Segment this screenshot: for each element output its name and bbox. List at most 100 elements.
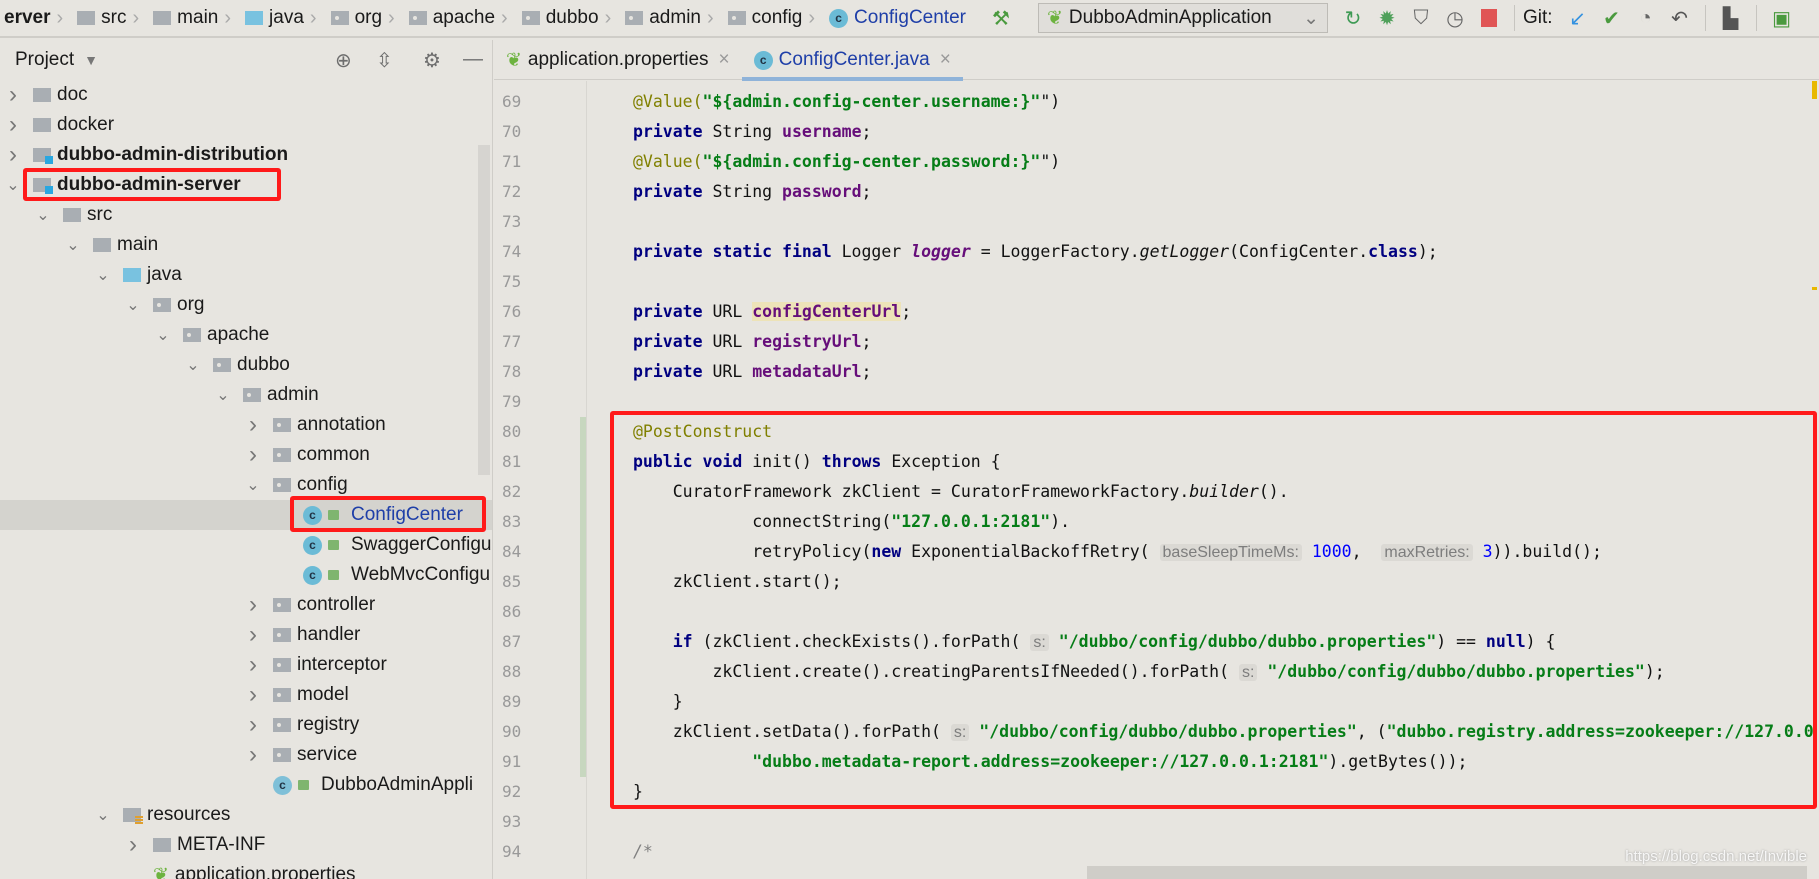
code-line[interactable]: @PostConstruct bbox=[633, 417, 772, 447]
breadcrumb-item[interactable]: config › bbox=[724, 0, 825, 37]
code-line[interactable]: connectString("127.0.0.1:2181"). bbox=[633, 507, 1070, 537]
terminal-run-icon[interactable]: ▣ bbox=[1765, 1, 1799, 35]
tree-item-java[interactable]: ⌄ java bbox=[0, 260, 492, 290]
tree-item-swaggerconfigu[interactable]: c SwaggerConfigu bbox=[0, 530, 492, 560]
tree-item-doc[interactable]: › doc bbox=[0, 80, 492, 110]
tree-item-model[interactable]: › model bbox=[0, 680, 492, 710]
chevron-down-icon[interactable]: ⌄ bbox=[123, 295, 143, 315]
debug-bug-icon[interactable]: ✹ bbox=[1370, 1, 1404, 35]
close-icon[interactable]: × bbox=[719, 49, 730, 71]
locate-crosshair-icon[interactable]: ⊕ bbox=[335, 48, 352, 73]
git-history-clock-icon[interactable]: ◔ bbox=[1629, 1, 1663, 35]
tree-item-configcenter[interactable]: c ConfigCenter bbox=[0, 500, 492, 530]
code-line[interactable]: private String password; bbox=[633, 177, 871, 207]
chevron-right-icon[interactable]: › bbox=[243, 621, 263, 649]
stop-icon[interactable] bbox=[1472, 1, 1506, 35]
tree-item-dubbo-admin-server[interactable]: ⌄ dubbo-admin-server bbox=[0, 170, 492, 200]
breadcrumb-item[interactable]: admin › bbox=[621, 0, 723, 37]
tree-item-admin[interactable]: ⌄ admin bbox=[0, 380, 492, 410]
tab-application-properties[interactable]: ❦ application.properties × bbox=[494, 40, 742, 80]
tree-item-webmvcconfigu[interactable]: c WebMvcConfigu bbox=[0, 560, 492, 590]
code-line[interactable]: if (zkClient.checkExists().forPath( s: "… bbox=[633, 627, 1555, 657]
gear-icon[interactable]: ⚙ bbox=[423, 48, 441, 73]
run-with-coverage-icon[interactable]: ⛉ bbox=[1404, 1, 1438, 35]
code-line[interactable]: retryPolicy(new ExponentialBackoffRetry(… bbox=[633, 537, 1602, 567]
tree-item-registry[interactable]: › registry bbox=[0, 710, 492, 740]
code-line[interactable]: public void init() throws Exception { bbox=[633, 447, 1001, 477]
breadcrumb-item[interactable]: main › bbox=[149, 0, 241, 37]
code-line[interactable]: /* bbox=[633, 837, 653, 867]
git-commit-check-icon[interactable]: ✔ bbox=[1595, 1, 1629, 35]
code-line[interactable]: } bbox=[633, 777, 643, 807]
chevron-right-icon[interactable]: › bbox=[243, 651, 263, 679]
chevron-down-icon[interactable]: ⌄ bbox=[243, 475, 263, 495]
chevron-right-icon[interactable]: › bbox=[3, 141, 23, 169]
chevron-right-icon[interactable]: › bbox=[243, 411, 263, 439]
profile-icon[interactable]: ◷ bbox=[1438, 1, 1472, 35]
chevron-down-icon[interactable]: ⌄ bbox=[213, 385, 233, 405]
code-editor[interactable]: 69 70 71 72 73 74 75 76 77 78 79 80 81 82 83 84 85 86 87 88… bbox=[494, 81, 1819, 879]
chevron-down-icon[interactable]: ⌄ bbox=[93, 265, 113, 285]
chevron-right-icon[interactable]: › bbox=[243, 441, 263, 469]
project-structure-icon[interactable]: ▙ bbox=[1714, 1, 1748, 35]
horizontal-scrollbar[interactable] bbox=[1087, 866, 1807, 879]
code-line[interactable]: private String username; bbox=[633, 117, 871, 147]
tab-configcenter-java[interactable]: c ConfigCenter.java × bbox=[741, 40, 963, 81]
chevron-right-icon[interactable]: › bbox=[3, 111, 23, 139]
breadcrumb-item[interactable]: src › bbox=[73, 0, 149, 37]
chevron-right-icon[interactable]: › bbox=[243, 681, 263, 709]
minimize-icon[interactable]: — bbox=[463, 48, 483, 71]
code-line[interactable]: private URL metadataUrl; bbox=[633, 357, 871, 387]
tree-scrollbar[interactable] bbox=[478, 145, 490, 475]
tree-item-org[interactable]: ⌄ org bbox=[0, 290, 492, 320]
chevron-right-icon[interactable]: › bbox=[243, 741, 263, 769]
tree-item-interceptor[interactable]: › interceptor bbox=[0, 650, 492, 680]
chevron-right-icon[interactable]: › bbox=[243, 711, 263, 739]
tree-item-meta-inf[interactable]: › META-INF bbox=[0, 830, 492, 860]
tree-item-common[interactable]: › common bbox=[0, 440, 492, 470]
tree-item-dubbo[interactable]: ⌄ dubbo bbox=[0, 350, 492, 380]
close-icon[interactable]: × bbox=[940, 49, 951, 71]
breadcrumb-item[interactable]: erver › bbox=[0, 0, 73, 37]
tree-item-handler[interactable]: › handler bbox=[0, 620, 492, 650]
chevron-down-icon[interactable]: ⌄ bbox=[183, 355, 203, 375]
code-line[interactable]: zkClient.create().creatingParentsIfNeede… bbox=[633, 657, 1665, 687]
chevron-right-icon[interactable]: › bbox=[243, 591, 263, 619]
chevron-down-icon[interactable]: ⌄ bbox=[63, 235, 83, 255]
breadcrumb-item[interactable]: apache › bbox=[405, 0, 518, 37]
tree-item-docker[interactable]: › docker bbox=[0, 110, 492, 140]
tree-item-annotation[interactable]: › annotation bbox=[0, 410, 492, 440]
tree-item-dubbo-admin-distribution[interactable]: › dubbo-admin-distribution bbox=[0, 140, 492, 170]
tree-item-service[interactable]: › service bbox=[0, 740, 492, 770]
breadcrumb-item[interactable]: org › bbox=[327, 0, 405, 37]
chevron-down-icon[interactable]: ⌄ bbox=[93, 805, 113, 825]
rerun-icon[interactable]: ↻ bbox=[1336, 1, 1370, 35]
collapse-all-icon[interactable]: ⇳ bbox=[376, 48, 393, 73]
run-configuration-select[interactable]: ❦ DubboAdminApplication ⌄ bbox=[1037, 3, 1328, 33]
tree-item-main[interactable]: ⌄ main bbox=[0, 230, 492, 260]
tree-item-apache[interactable]: ⌄ apache bbox=[0, 320, 492, 350]
git-rollback-icon[interactable]: ↶ bbox=[1663, 1, 1697, 35]
dropdown-triangle-icon[interactable]: ▼ bbox=[84, 52, 98, 68]
tree-item-controller[interactable]: › controller bbox=[0, 590, 492, 620]
code-line[interactable]: private URL registryUrl; bbox=[633, 327, 871, 357]
chevron-down-icon[interactable]: ⌄ bbox=[153, 325, 173, 345]
code-line[interactable]: "dubbo.metadata-report.address=zookeeper… bbox=[633, 747, 1467, 777]
chevron-down-icon[interactable]: ⌄ bbox=[33, 205, 53, 225]
code-line[interactable]: } bbox=[633, 687, 683, 717]
breadcrumb-item[interactable]: c ConfigCenter bbox=[825, 0, 970, 37]
project-title[interactable]: Project bbox=[15, 49, 74, 71]
chevron-right-icon[interactable]: › bbox=[3, 81, 23, 109]
tree-item-application.properties[interactable]: ❦ application.properties bbox=[0, 860, 492, 879]
tree-item-config[interactable]: ⌄ config bbox=[0, 470, 492, 500]
git-update-arrow-icon[interactable]: ↙ bbox=[1561, 1, 1595, 35]
breadcrumb-item[interactable]: dubbo › bbox=[518, 0, 622, 37]
build-hammer-icon[interactable]: ⚒ bbox=[984, 1, 1018, 35]
tree-item-resources[interactable]: ⌄ resources bbox=[0, 800, 492, 830]
breadcrumb-item[interactable]: java › bbox=[241, 0, 327, 37]
code-line[interactable]: private static final Logger logger = Log… bbox=[633, 237, 1438, 267]
tree-item-src[interactable]: ⌄ src bbox=[0, 200, 492, 230]
code-line[interactable]: zkClient.start(); bbox=[633, 567, 842, 597]
code-line[interactable]: @Value("${admin.config-center.password:}… bbox=[633, 147, 1060, 177]
code-line[interactable]: @Value("${admin.config-center.username:}… bbox=[633, 87, 1060, 117]
